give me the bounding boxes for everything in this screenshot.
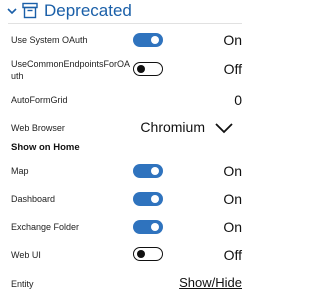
auto-form-grid-label: AutoFormGrid (11, 95, 68, 105)
section-title: Deprecated (44, 1, 132, 20)
row-exchange-folder: Exchange Folder On (0, 218, 250, 238)
web-ui-toggle[interactable] (133, 247, 163, 261)
row-entity: Entity Show/Hide (0, 274, 250, 294)
archive-icon (22, 2, 38, 19)
web-browser-label: Web Browser (11, 123, 65, 133)
use-system-oauth-toggle[interactable] (133, 33, 163, 47)
auto-form-grid-value[interactable]: 0 (234, 92, 242, 108)
row-use-system-oauth: Use System OAuth On (0, 30, 250, 50)
toggle-knob (151, 195, 159, 203)
show-on-home-heading: Show on Home (11, 142, 80, 153)
toggle-knob (151, 36, 159, 44)
use-system-oauth-state: On (223, 32, 242, 48)
exchange-folder-state: On (223, 219, 242, 235)
toggle-knob (151, 223, 159, 231)
dashboard-state: On (223, 191, 242, 207)
use-common-endpoints-state: Off (223, 61, 242, 77)
row-web-ui: Web UI Off (0, 246, 250, 266)
use-common-endpoints-label-line1: UseCommonEndpointsForOA (11, 59, 131, 69)
toggle-knob (151, 167, 159, 175)
web-ui-state: Off (223, 247, 242, 263)
toggle-knob (136, 64, 145, 73)
row-dashboard: Dashboard On (0, 190, 250, 210)
row-use-common-endpoints: UseCommonEndpointsForOA uth Off (0, 57, 250, 85)
web-browser-dropdown-value[interactable]: Chromium (140, 119, 205, 135)
exchange-folder-toggle[interactable] (133, 220, 163, 234)
map-label: Map (11, 166, 29, 176)
chevron-down-icon[interactable] (6, 5, 18, 17)
entity-label: Entity (11, 279, 34, 289)
entity-show-hide-link[interactable]: Show/Hide (179, 275, 242, 290)
use-system-oauth-label: Use System OAuth (11, 35, 88, 45)
section-header[interactable]: Deprecated (0, 0, 250, 24)
toggle-knob (136, 249, 145, 258)
header-divider (8, 23, 242, 24)
use-common-endpoints-label-line2: uth (11, 71, 24, 81)
map-state: On (223, 163, 242, 179)
web-ui-label: Web UI (11, 250, 41, 260)
dashboard-toggle[interactable] (133, 192, 163, 206)
row-web-browser: Web Browser Chromium (0, 116, 250, 138)
use-common-endpoints-toggle[interactable] (133, 62, 163, 76)
row-auto-form-grid: AutoFormGrid 0 (0, 90, 250, 110)
dashboard-label: Dashboard (11, 194, 56, 204)
chevron-down-icon[interactable] (215, 122, 233, 134)
row-map: Map On (0, 162, 250, 182)
map-toggle[interactable] (133, 164, 163, 178)
exchange-folder-label: Exchange Folder (11, 222, 80, 232)
